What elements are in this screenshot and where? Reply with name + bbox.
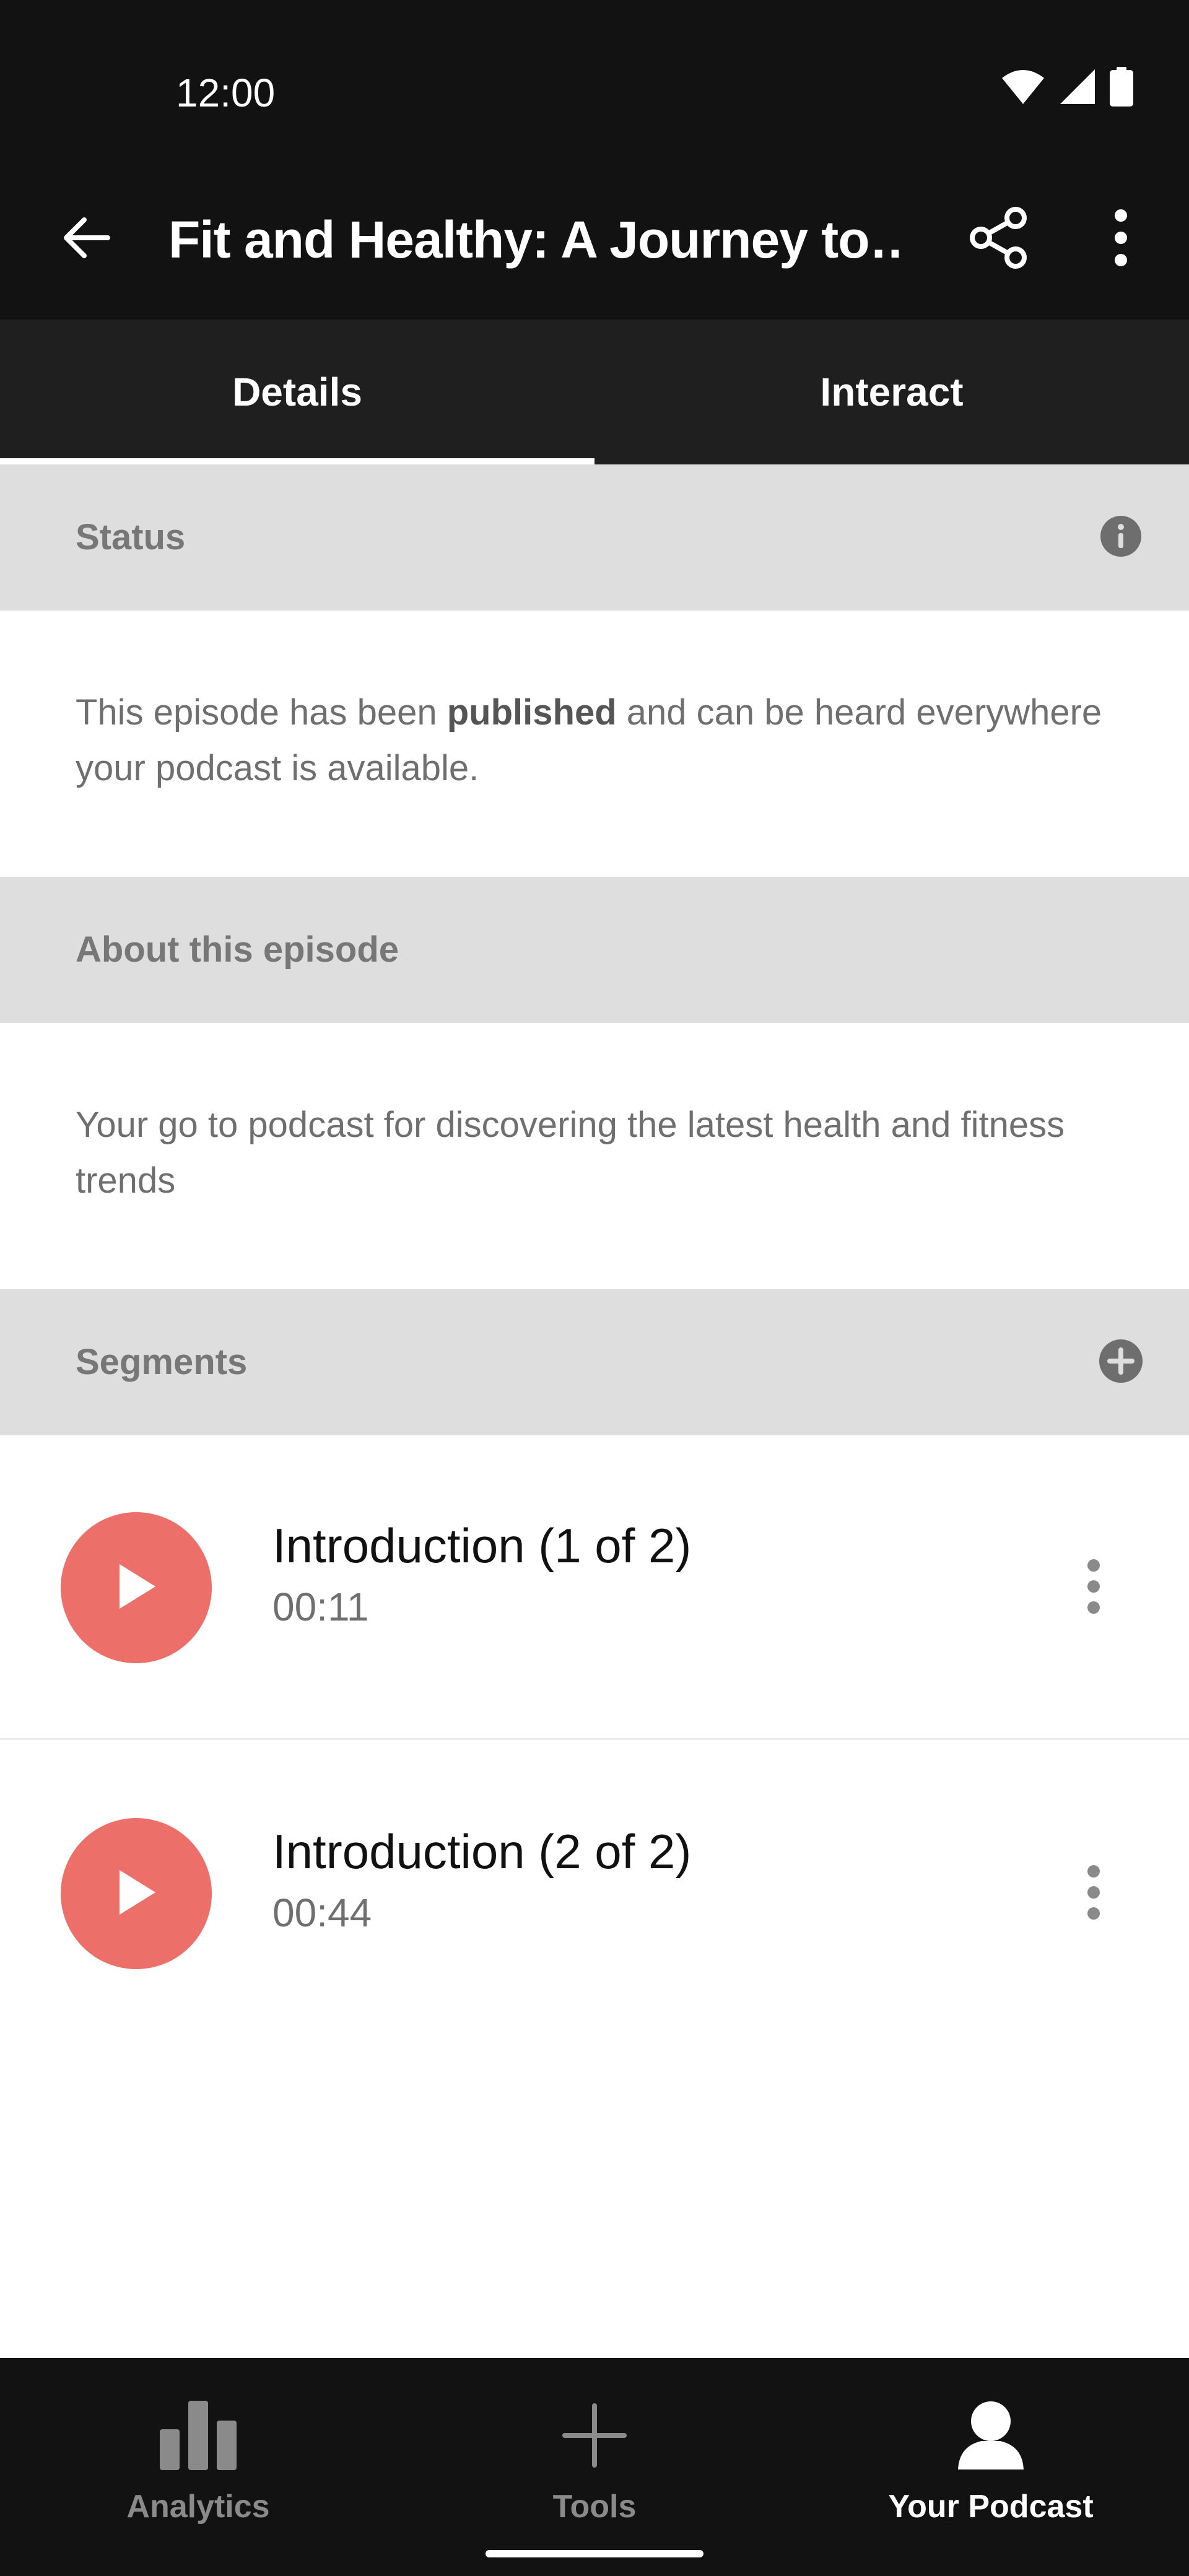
status-section-body: This episode has been published and can … [0,611,1189,877]
segment-title: Introduction (2 of 2) [272,1824,692,1879]
app-bar: Fit and Healthy: A Journey to… [0,183,1189,320]
more-vert-icon [1113,208,1128,271]
person-icon [957,2389,1025,2482]
back-button[interactable] [50,202,124,276]
nav-item-your-podcast[interactable]: Your Podcast [793,2358,1189,2576]
segment-more-button[interactable] [1056,1551,1131,1625]
home-indicator[interactable] [486,2550,703,2557]
status-info-button[interactable] [1084,500,1158,575]
status-header-label: Status [76,517,186,557]
nav-item-tools[interactable]: Tools [396,2358,793,2576]
tab-interact[interactable]: Interact [594,320,1189,464]
tab-bar: Details Interact [0,320,1189,464]
tab-details[interactable]: Details [0,320,594,464]
system-icons [1001,67,1133,110]
nav-label-tools: Tools [552,2489,637,2525]
battery-icon [1110,67,1133,110]
segment-title: Introduction (1 of 2) [272,1518,692,1573]
add-circle-icon [1099,1339,1143,1386]
nav-item-analytics[interactable]: Analytics [0,2358,396,2576]
status-section-header: Status [0,464,1189,611]
clock: 12:00 [176,71,276,115]
segment-duration: 00:44 [272,1891,372,1935]
wifi-icon [1001,68,1045,108]
status-text: This episode has been published and can … [76,685,1128,796]
add-segment-button[interactable] [1084,1325,1158,1399]
status-text-before: This episode has been [76,692,447,733]
page-title: Fit and Healthy: A Journey to… [168,211,899,269]
about-header-label: About this episode [76,929,399,970]
plus-icon [562,2389,627,2482]
about-text: Your go to podcast for discovering the l… [76,1105,1065,1201]
info-icon [1100,515,1141,560]
status-text-bold: published [446,692,617,733]
segment-row[interactable]: Introduction (1 of 2) 00:11 [0,1435,1189,1740]
bar-chart-icon [160,2389,237,2482]
play-icon [115,1868,158,1920]
share-button[interactable] [961,202,1035,276]
segment-more-button[interactable] [1056,1856,1131,1931]
status-bar: 12:00 [0,0,1189,183]
more-options-button[interactable] [1084,202,1158,276]
more-vert-icon [1087,1865,1100,1923]
about-section-body: Your go to podcast for discovering the l… [0,1023,1189,1289]
nav-label-analytics: Analytics [126,2489,270,2525]
arrow-back-icon [62,216,111,263]
segment-row[interactable]: Introduction (2 of 2) 00:44 [0,1741,1189,2046]
nav-label-your-podcast: Your Podcast [888,2489,1094,2525]
segment-duration: 00:11 [272,1585,369,1629]
segments-header-label: Segments [76,1342,248,1382]
play-button[interactable] [61,1512,212,1663]
about-section-header: About this episode [0,877,1189,1023]
cell-signal-icon [1059,68,1096,108]
more-vert-icon [1087,1559,1100,1617]
bottom-navigation: Analytics Tools Your Podcast [0,2358,1189,2576]
play-button[interactable] [61,1818,212,1969]
play-icon [115,1562,158,1614]
share-icon [967,206,1029,272]
segments-section-header: Segments [0,1289,1189,1435]
